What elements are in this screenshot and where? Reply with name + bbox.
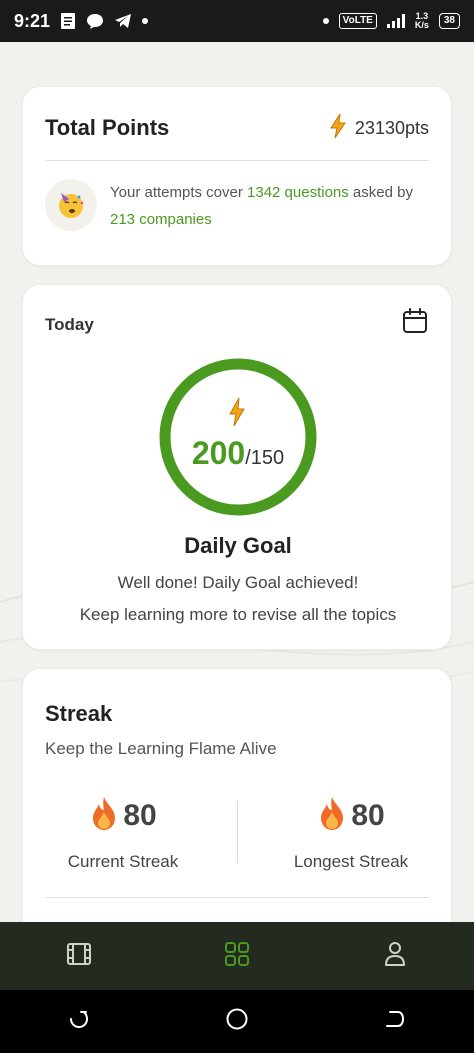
questions-count: 1342 questions bbox=[247, 184, 349, 201]
bottom-navigation bbox=[0, 922, 474, 990]
home-button[interactable] bbox=[207, 992, 267, 1052]
current-streak-label: Current Streak bbox=[67, 852, 179, 871]
system-navigation bbox=[0, 990, 474, 1053]
daily-goal-card: Today 200/150 Daily Goal Well done! Dail… bbox=[22, 284, 452, 650]
current-streak-value: 80 bbox=[123, 798, 157, 832]
grid-icon bbox=[224, 941, 250, 972]
back-icon bbox=[384, 1008, 406, 1035]
recent-apps-button[interactable] bbox=[49, 992, 109, 1052]
status-time: 9:21 bbox=[14, 10, 51, 31]
person-icon bbox=[384, 941, 406, 972]
longest-streak: 80 Longest Streak bbox=[251, 795, 451, 872]
companies-count: 213 companies bbox=[110, 211, 212, 228]
party-face-icon bbox=[45, 179, 97, 231]
progress-target: /150 bbox=[245, 447, 285, 469]
nav-videos[interactable] bbox=[39, 922, 119, 990]
attempts-summary: Your attempts cover 1342 questions asked… bbox=[110, 184, 413, 228]
goal-encouragement-message: Keep learning more to revise all the top… bbox=[79, 605, 397, 624]
streak-card: Streak Keep the Learning Flame Alive 80 … bbox=[22, 668, 452, 958]
points-value: 23130pts bbox=[329, 113, 429, 144]
nav-dashboard[interactable] bbox=[197, 922, 277, 990]
points-divider bbox=[45, 160, 429, 161]
network-speed: 1.3 K/s bbox=[414, 11, 429, 30]
today-label: Today bbox=[45, 315, 94, 334]
daily-goal-title: Daily Goal bbox=[184, 533, 292, 558]
network-type: VoLTE bbox=[338, 13, 377, 29]
streak-title: Streak bbox=[45, 701, 113, 726]
lightning-icon bbox=[329, 113, 347, 144]
recent-apps-icon bbox=[68, 1008, 90, 1035]
streak-subtitle: Keep the Learning Flame Alive bbox=[45, 739, 277, 758]
progress-current: 200 bbox=[191, 435, 246, 471]
telegram-icon bbox=[114, 13, 132, 29]
notification-dot-icon bbox=[142, 18, 149, 24]
total-points-card: Total Points 23130pts Your attempts cove… bbox=[22, 86, 452, 266]
calendar-button[interactable] bbox=[401, 307, 429, 339]
status-bar: 9:21 VoLTE 1.3 K/s 38 bbox=[0, 0, 474, 42]
total-points-title: Total Points bbox=[45, 115, 170, 140]
longest-streak-label: Longest Streak bbox=[293, 852, 409, 871]
signal-icon bbox=[386, 14, 405, 28]
privacy-dot-icon bbox=[322, 18, 329, 24]
home-circle-icon bbox=[225, 1007, 249, 1036]
current-streak: 80 Current Streak bbox=[23, 795, 223, 872]
film-icon bbox=[66, 942, 92, 971]
nav-profile[interactable] bbox=[355, 922, 435, 990]
goal-achieved-message: Well done! Daily Goal achieved! bbox=[117, 573, 359, 592]
fire-icon bbox=[317, 795, 347, 836]
chat-icon bbox=[86, 12, 104, 30]
battery-indicator: 38 bbox=[438, 13, 460, 29]
lightning-icon bbox=[228, 397, 246, 432]
fire-icon bbox=[89, 795, 119, 836]
back-button[interactable] bbox=[365, 992, 425, 1052]
document-icon bbox=[60, 12, 76, 30]
points-text: 23130pts bbox=[354, 118, 429, 138]
calendar-icon bbox=[402, 307, 428, 339]
longest-streak-value: 80 bbox=[351, 798, 385, 832]
streak-horizontal-divider bbox=[45, 897, 429, 898]
streak-vertical-divider bbox=[237, 801, 238, 863]
goal-progress-value: 200/150 bbox=[158, 435, 318, 472]
